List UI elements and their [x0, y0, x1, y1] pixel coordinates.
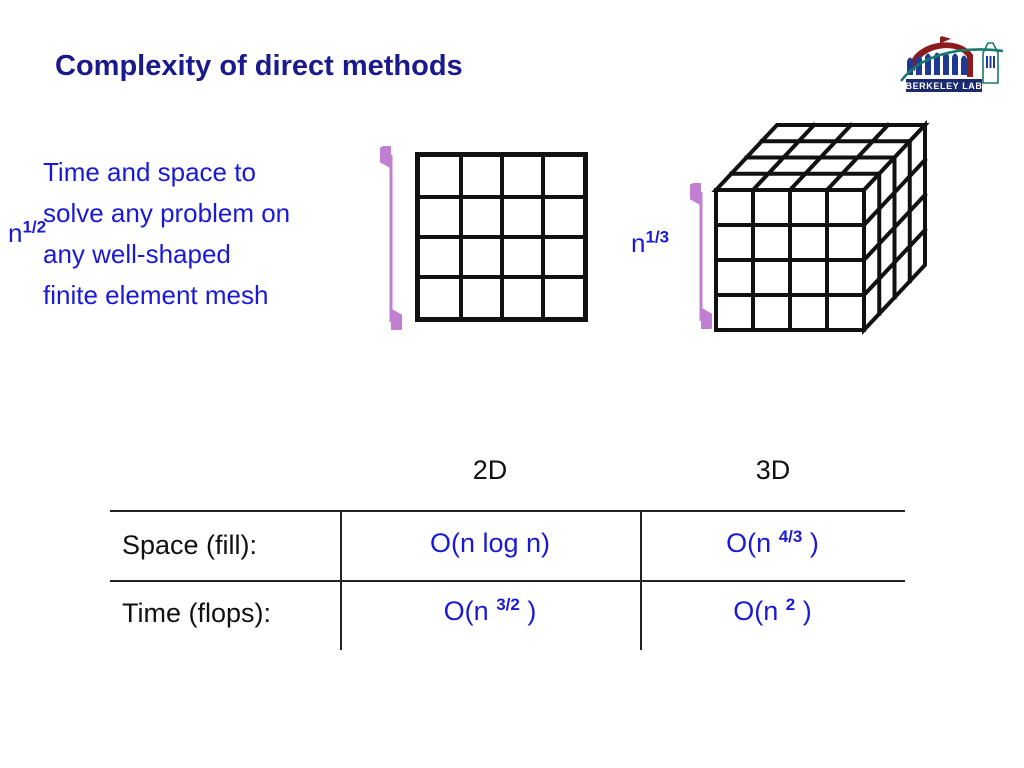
- table-cell-space-3d: O(n 4/3 ): [640, 528, 905, 559]
- label-n-one-third-base: n: [631, 228, 646, 258]
- table-cell-space-2d: O(n log n): [429, 528, 551, 558]
- table-cell-time-3d: O(n 2 ): [640, 596, 905, 627]
- grid-line-horizontal: [420, 235, 583, 239]
- figure-2d-mesh: [320, 140, 600, 340]
- label-n-one-third-exponent: 1/3: [645, 227, 670, 247]
- label-n-one-third: n1/3: [631, 228, 669, 259]
- berkeley-lab-logo: BERKELEY LAB: [893, 25, 1011, 97]
- table-cell-time-3d-exponent: 2: [785, 595, 796, 614]
- height-arrow-2d: [380, 146, 402, 330]
- logo-banner-text: BERKELEY LAB: [905, 81, 982, 91]
- table-cell-space-3d-suffix: ): [802, 528, 819, 558]
- table-cell-space-3d-exponent: 4/3: [778, 527, 803, 546]
- berkeley-lab-logo-svg: BERKELEY LAB: [899, 36, 1004, 92]
- 2d-mesh-grid: [415, 152, 588, 322]
- grid-line-horizontal: [420, 195, 583, 199]
- complexity-table: 2D 3D Space (fill): Time (flops): O(n lo…: [110, 455, 910, 655]
- label-n-one-half-exponent: 1/2: [22, 217, 47, 237]
- table-rule-top: [110, 510, 905, 512]
- table-cell-time-3d-suffix: ): [795, 596, 812, 626]
- table-rule-middle: [110, 580, 905, 582]
- table-cell-time-2d-suffix: ): [519, 596, 537, 626]
- table-cell-space-3d-prefix: O(n: [726, 528, 779, 558]
- label-n-one-half: n1/2: [8, 218, 46, 249]
- grid-line-horizontal: [420, 275, 583, 279]
- figure-3d-mesh: [620, 100, 950, 345]
- label-n-one-half-base: n: [8, 218, 23, 248]
- table-cell-time-3d-prefix: O(n: [733, 596, 786, 626]
- 3d-mesh-cube: [711, 119, 930, 336]
- table-row-label-space: Space (fill):: [122, 530, 258, 560]
- table-cell-time-2d-exponent: 3/2: [496, 595, 520, 614]
- table-cell-time-2d: O(n 3/2 ): [340, 596, 640, 627]
- table-cell-time-2d-prefix: O(n: [443, 596, 497, 626]
- table-column-header-3d: 3D: [755, 455, 791, 485]
- page-title: Complexity of direct methods: [55, 50, 463, 82]
- table-column-header-2d: 2D: [472, 455, 508, 485]
- table-row-label-time: Time (flops):: [122, 598, 272, 628]
- intro-paragraph: Time and space to solve any problem on a…: [43, 157, 291, 310]
